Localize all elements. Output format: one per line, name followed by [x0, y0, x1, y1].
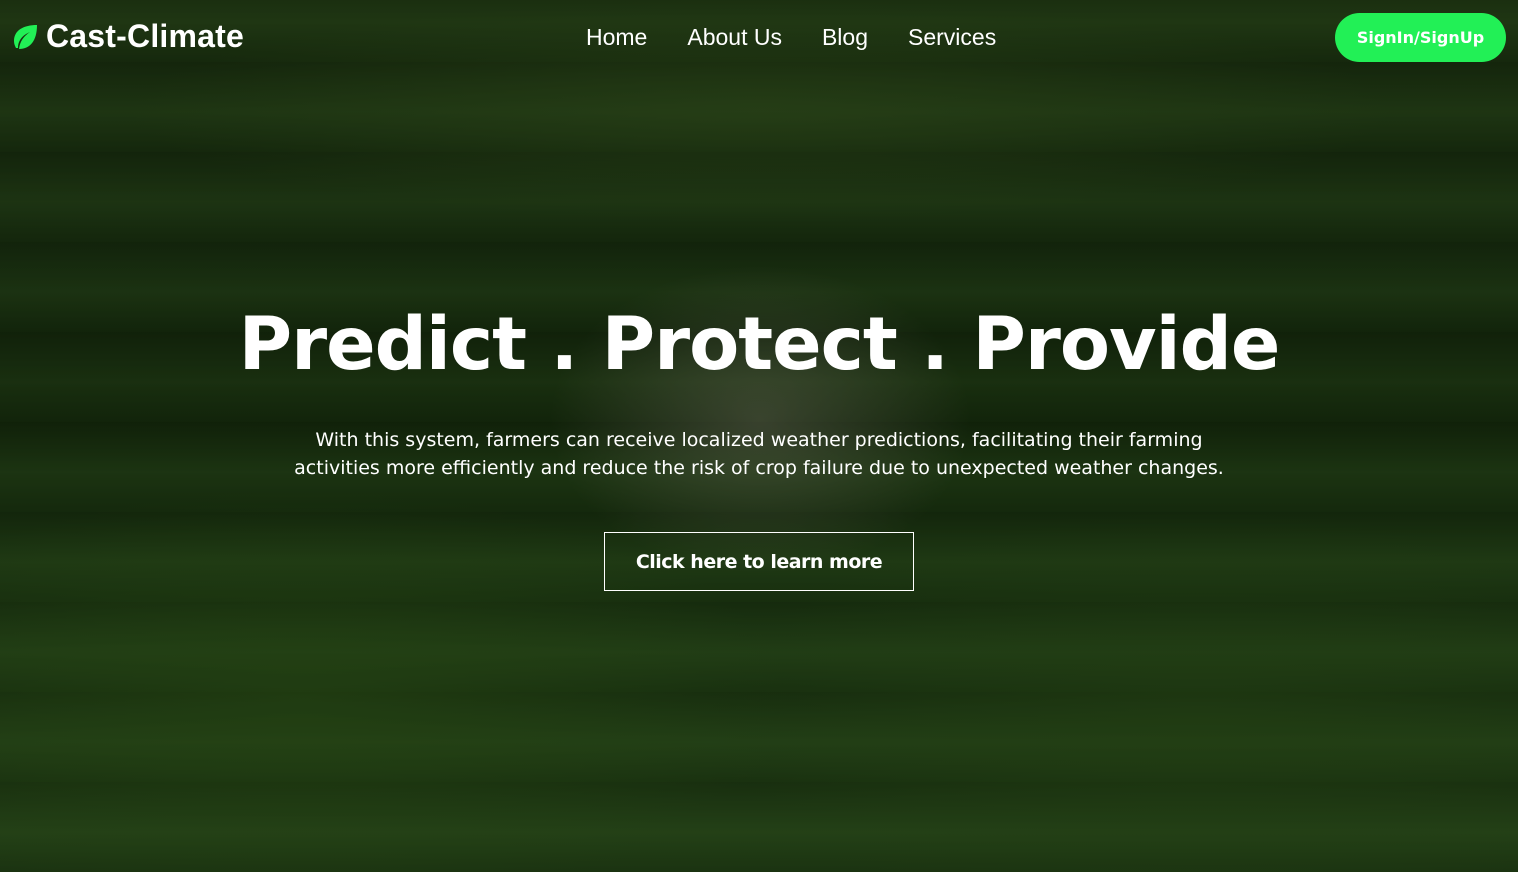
main-nav: Home About Us Blog Services: [586, 24, 996, 51]
hero-description: With this system, farmers can receive lo…: [294, 429, 1224, 479]
hero-section: Predict . Protect . Provide With this sy…: [0, 300, 1518, 591]
brand-name: Cast-Climate: [46, 18, 245, 54]
nav-link-home[interactable]: Home: [586, 24, 647, 51]
nav-link-blog[interactable]: Blog: [822, 24, 868, 51]
nav-link-about-us[interactable]: About Us: [687, 24, 782, 51]
learn-more-button[interactable]: Click here to learn more: [604, 532, 914, 591]
signin-signup-button[interactable]: SignIn/SignUp: [1335, 13, 1506, 62]
leaf-icon: [14, 24, 37, 49]
nav-link-services[interactable]: Services: [908, 24, 996, 51]
brand-logo[interactable]: Cast-Climate: [10, 18, 244, 55]
navbar: Cast-Climate Home About Us Blog Services…: [0, 0, 1518, 76]
hero-title: Predict . Protect . Provide: [238, 302, 1281, 387]
